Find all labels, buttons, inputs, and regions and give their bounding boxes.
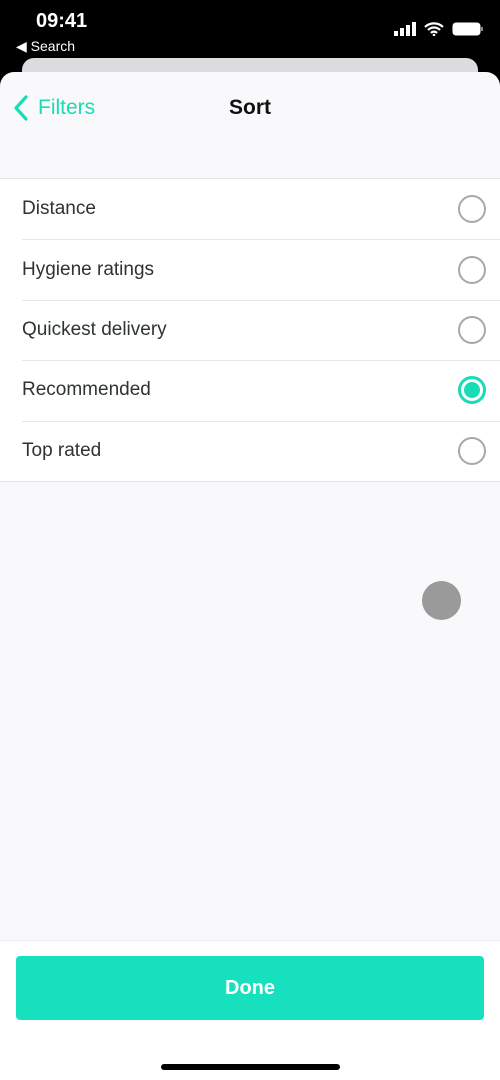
- touch-indicator: [422, 581, 461, 620]
- option-label: Distance: [22, 198, 96, 220]
- sort-option-quickest-delivery[interactable]: Quickest delivery: [0, 299, 500, 360]
- wifi-icon: [424, 22, 444, 36]
- option-label: Recommended: [22, 379, 151, 401]
- home-indicator[interactable]: [161, 1064, 340, 1070]
- signal-icon: [394, 22, 416, 36]
- sort-option-top-rated[interactable]: Top rated: [0, 420, 500, 481]
- sort-option-distance[interactable]: Distance: [0, 179, 500, 239]
- done-button[interactable]: Done: [16, 956, 484, 1020]
- nav-bar: Filters Sort: [0, 72, 500, 146]
- sort-sheet: Filters Sort Distance Hygiene ratings Qu…: [0, 72, 500, 1080]
- option-label: Quickest delivery: [22, 318, 167, 340]
- sort-options-list: Distance Hygiene ratings Quickest delive…: [0, 178, 500, 482]
- radio-button[interactable]: [458, 195, 486, 224]
- sort-option-hygiene-ratings[interactable]: Hygiene ratings: [0, 239, 500, 299]
- sort-option-recommended[interactable]: Recommended: [0, 360, 500, 420]
- clock: 09:41: [36, 10, 88, 32]
- footer: Done: [0, 940, 500, 1080]
- radio-button[interactable]: [458, 315, 486, 344]
- radio-button-selected[interactable]: [458, 376, 486, 405]
- status-icons: [394, 22, 484, 36]
- page-title: Sort: [229, 96, 271, 119]
- radio-button[interactable]: [458, 255, 486, 284]
- radio-button[interactable]: [458, 436, 486, 465]
- option-label: Hygiene ratings: [22, 258, 155, 280]
- back-to-search-link[interactable]: ◀ Search: [16, 38, 75, 55]
- battery-icon: [452, 22, 483, 36]
- option-label: Top rated: [22, 439, 102, 461]
